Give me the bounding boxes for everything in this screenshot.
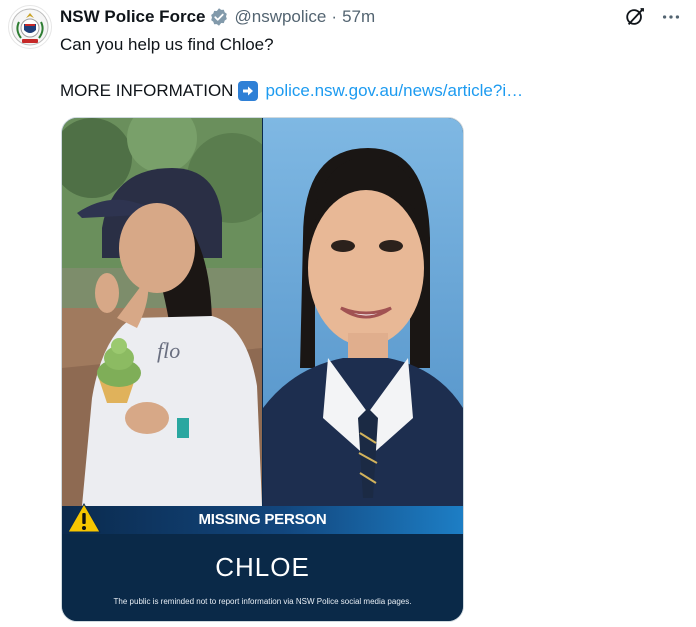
missing-person-title: MISSING PERSON (198, 511, 327, 528)
missing-person-panel: CHLOE The public is reminded not to repo… (62, 534, 463, 621)
avatar[interactable] (8, 5, 52, 49)
more-information-label: MORE INFORMATION (60, 81, 234, 100)
missing-person-name: CHLOE (215, 552, 310, 582)
tweet[interactable]: NSW Police Force @nswpolice · 57m Can yo… (0, 0, 696, 627)
right-arrow-emoji-icon (238, 81, 259, 101)
article-link[interactable]: police.nsw.gov.au/news/article?i… (265, 80, 523, 102)
post-text: Can you help us find Chloe? MORE INFORMA… (60, 34, 670, 102)
display-name[interactable]: NSW Police Force (60, 6, 205, 28)
post-text-line1: Can you help us find Chloe? (60, 35, 274, 54)
police-crest-icon (11, 8, 49, 46)
post-header: NSW Police Force @nswpolice · 57m (60, 6, 375, 28)
post-actions-top (624, 6, 682, 28)
verified-badge-icon (211, 8, 228, 26)
media-image[interactable]: flo MISSING PERSON CHLOE The public is r… (61, 117, 464, 622)
more-options-icon[interactable] (660, 6, 682, 28)
separator-dot: · (331, 7, 338, 26)
missing-person-banner: MISSING PERSON (62, 502, 463, 534)
disclaimer-text: The public is reminded not to report inf… (113, 597, 412, 606)
svg-text:flo: flo (157, 338, 180, 363)
photo-chloe-portrait (263, 118, 463, 506)
post-text-line2: MORE INFORMATION police.nsw.gov.au/news/… (60, 80, 670, 102)
timestamp[interactable]: 57m (342, 6, 375, 28)
photo-chloe-cap: flo (62, 118, 262, 506)
grok-icon[interactable] (624, 6, 646, 28)
handle[interactable]: @nswpolice (234, 6, 326, 28)
